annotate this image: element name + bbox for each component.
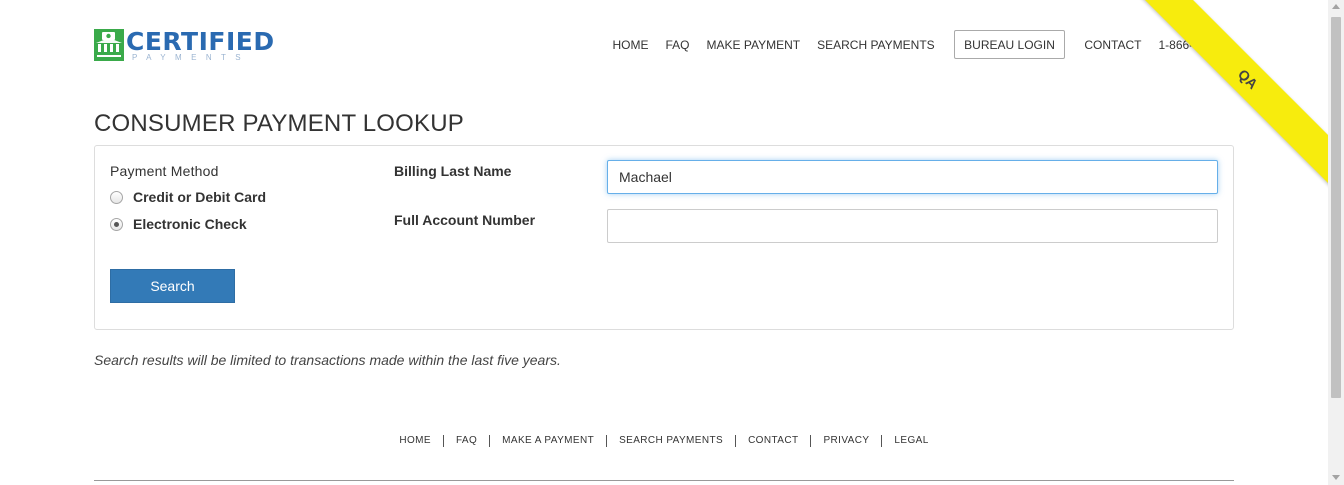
footer-nav: HOME FAQ MAKE A PAYMENT SEARCH PAYMENTS … [0, 435, 1328, 447]
logo-main-text: CERTIFIED [126, 27, 275, 56]
top-nav: HOME FAQ MAKE PAYMENT SEARCH PAYMENTS BU… [604, 30, 1208, 59]
footer-contact[interactable]: CONTACT [735, 435, 810, 447]
search-button[interactable]: Search [110, 269, 235, 303]
qa-ribbon-label: QA [1234, 65, 1262, 93]
lookup-form-panel: Payment Method Credit or Debit Card Elec… [94, 145, 1234, 330]
scroll-up-arrow-icon[interactable] [1332, 4, 1340, 9]
logo-text: CERTIFIED PAYMENTS [126, 29, 275, 63]
billing-last-name-value: Machael [619, 169, 672, 185]
logo-sub-text: PAYMENTS [132, 53, 251, 62]
nav-home[interactable]: HOME [604, 30, 657, 59]
scroll-thumb[interactable] [1331, 17, 1341, 398]
payment-method-label: Payment Method [110, 163, 219, 179]
logo[interactable]: CERTIFIED PAYMENTS [94, 29, 275, 63]
page-title: CONSUMER PAYMENT LOOKUP [94, 110, 464, 137]
footer-divider [94, 480, 1234, 481]
nav-search-payments[interactable]: SEARCH PAYMENTS [809, 30, 944, 59]
billing-last-name-label: Billing Last Name [394, 163, 512, 179]
bureau-login-button[interactable]: BUREAU LOGIN [954, 30, 1065, 59]
account-number-label: Full Account Number [394, 212, 536, 228]
radio-button[interactable] [110, 190, 123, 204]
logo-building-icon [94, 29, 124, 61]
footer-faq[interactable]: FAQ [442, 435, 489, 447]
nav-make-payment[interactable]: MAKE PAYMENT [698, 30, 809, 59]
nav-phone[interactable]: 1-866-5 [1150, 30, 1208, 59]
radio-electronic-check-label: Electronic Check [133, 216, 247, 232]
radio-electronic-check[interactable]: Electronic Check [110, 216, 247, 232]
page-scrollbar[interactable] [1328, 0, 1344, 485]
nav-contact[interactable]: CONTACT [1076, 30, 1150, 59]
radio-credit-card[interactable]: Credit or Debit Card [110, 189, 266, 205]
billing-last-name-input[interactable]: Machael [607, 160, 1218, 194]
account-number-input[interactable] [607, 209, 1218, 243]
footer-search-payments[interactable]: SEARCH PAYMENTS [606, 435, 735, 447]
radio-button-selected[interactable] [110, 217, 123, 231]
footer-home[interactable]: HOME [387, 435, 443, 447]
footer-make-payment[interactable]: MAKE A PAYMENT [489, 435, 606, 447]
footer-privacy[interactable]: PRIVACY [810, 435, 881, 447]
scroll-down-arrow-icon[interactable] [1332, 475, 1340, 480]
radio-credit-card-label: Credit or Debit Card [133, 189, 267, 205]
search-note: Search results will be limited to transa… [94, 352, 561, 368]
footer-legal[interactable]: LEGAL [881, 435, 940, 447]
nav-faq[interactable]: FAQ [657, 30, 698, 59]
